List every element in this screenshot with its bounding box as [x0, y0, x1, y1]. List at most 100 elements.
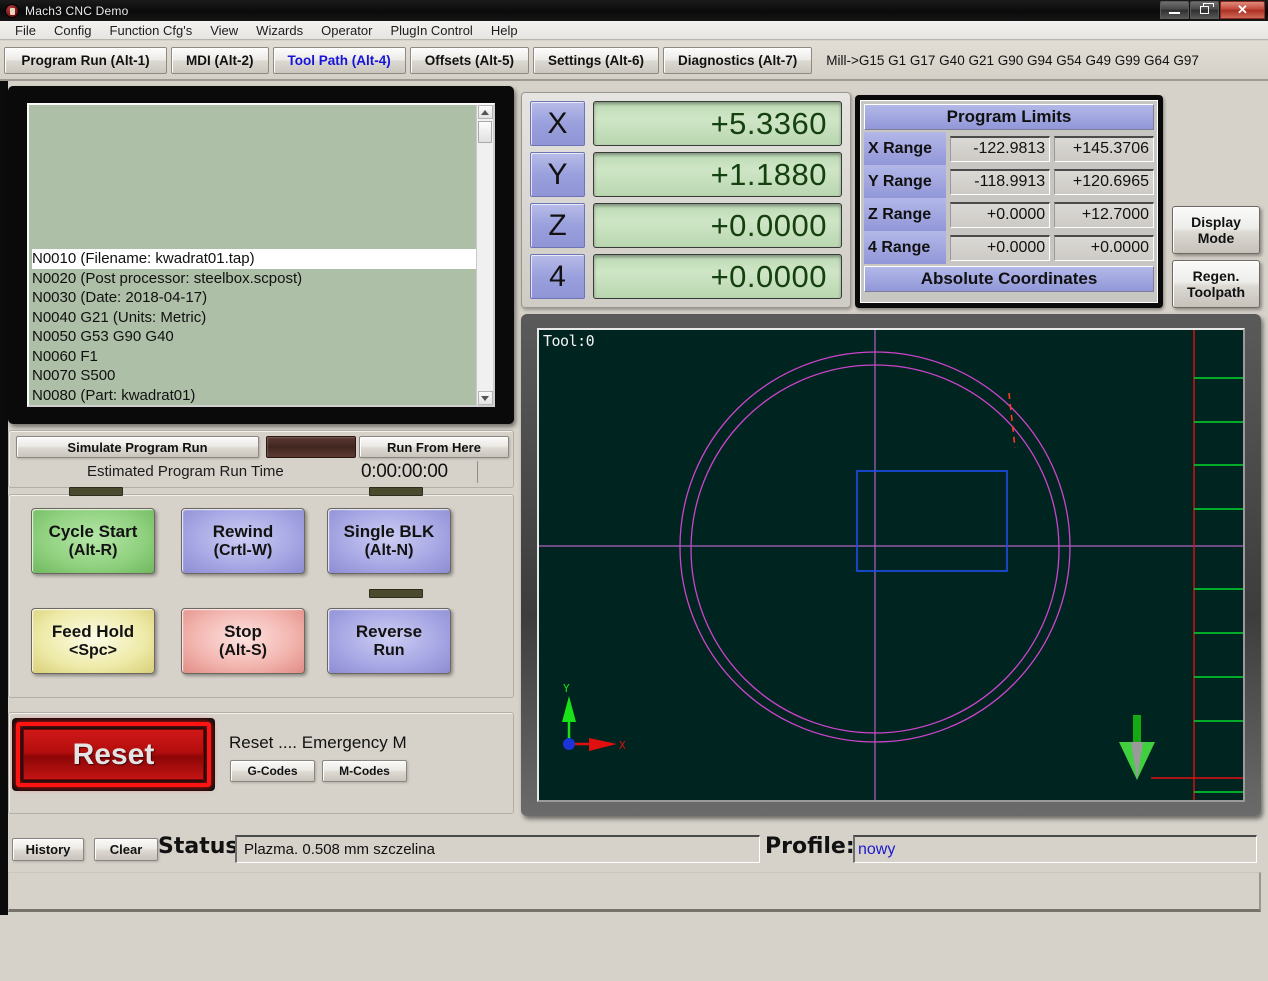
- run-from-here-button[interactable]: Run From Here: [359, 436, 509, 458]
- gcode-line[interactable]: N0020 (Post processor: steelbox.scpost): [32, 269, 476, 289]
- program-limits-inner: Program Limits X Range -122.9813 +145.37…: [860, 100, 1158, 303]
- limit-max-x[interactable]: +145.3706: [1054, 135, 1154, 162]
- history-button[interactable]: History: [12, 838, 84, 861]
- tab-strip: Program Run (Alt-1) MDI (Alt-2) Tool Pat…: [0, 41, 1268, 81]
- dro-row-z: Z +0.0000: [530, 202, 842, 249]
- minimize-button[interactable]: [1160, 1, 1189, 19]
- menu-item-wizards[interactable]: Wizards: [247, 22, 312, 39]
- limit-label-x: X Range: [864, 132, 947, 165]
- limit-min-z[interactable]: +0.0000: [950, 201, 1051, 228]
- coordinate-mode-label: Absolute Coordinates: [864, 266, 1154, 292]
- limit-label-4: 4 Range: [864, 231, 947, 264]
- stop-label-1: Stop: [224, 622, 262, 641]
- reverse-run-button[interactable]: Reverse Run: [327, 608, 451, 674]
- close-button[interactable]: ✕: [1220, 1, 1265, 19]
- dro-row-y: Y +1.1880: [530, 151, 842, 198]
- reset-button[interactable]: Reset: [12, 718, 215, 791]
- feed-hold-label-1: Feed Hold: [51, 622, 135, 641]
- dro-value-y[interactable]: +1.1880: [593, 152, 842, 197]
- tab-offsets[interactable]: Offsets (Alt-5): [409, 46, 529, 74]
- dro-row-x: X +5.3360: [530, 100, 842, 147]
- toolpath-canvas[interactable]: Y X Tool:0: [537, 328, 1245, 802]
- gcode-line[interactable]: N0050 G53 G90 G40: [32, 327, 476, 347]
- maximize-icon: [1200, 3, 1214, 14]
- display-mode-label-2: Mode: [1197, 230, 1235, 246]
- menu-item-plugin-control[interactable]: PlugIn Control: [381, 22, 481, 39]
- menu-item-function-cfgs[interactable]: Function Cfg's: [101, 22, 202, 39]
- regen-toolpath-button[interactable]: Regen. Toolpath: [1172, 260, 1260, 308]
- gcode-line[interactable]: N0060 F1: [32, 347, 476, 367]
- display-mode-button[interactable]: Display Mode: [1172, 206, 1260, 254]
- scroll-down-arrow-icon[interactable]: [477, 391, 493, 405]
- run-bar-panel: Simulate Program Run Run From Here Estim…: [8, 430, 514, 488]
- modal-state-display: Mill->G15 G1 G17 G40 G21 G90 G94 G54 G49…: [826, 52, 1199, 68]
- limit-max-y[interactable]: +120.6965: [1054, 168, 1154, 195]
- tab-mdi[interactable]: MDI (Alt-2): [171, 46, 269, 74]
- scroll-up-arrow-icon[interactable]: [477, 105, 493, 119]
- limit-row-x: X Range -122.9813 +145.3706: [864, 132, 1154, 165]
- dro-axis-label-x[interactable]: X: [530, 101, 585, 146]
- dro-axis-label-y[interactable]: Y: [530, 152, 585, 197]
- profile-value-field[interactable]: nowy: [853, 835, 1257, 863]
- rewind-button[interactable]: Rewind (Crtl-W): [181, 508, 305, 574]
- menu-item-config[interactable]: Config: [45, 22, 101, 39]
- maximize-button[interactable]: [1190, 1, 1219, 19]
- tab-settings[interactable]: Settings (Alt-6): [533, 46, 659, 74]
- estimated-run-time-value: 0:00:00:00: [361, 461, 478, 483]
- limit-max-z[interactable]: +12.7000: [1054, 201, 1154, 228]
- regen-toolpath-label-1: Regen.: [1192, 268, 1240, 284]
- title-bar: Mach3 CNC Demo ✕: [0, 0, 1268, 21]
- profile-panel: Profile: nowy: [763, 832, 1261, 868]
- tab-program-run[interactable]: Program Run (Alt-1): [4, 46, 167, 74]
- gcode-line[interactable]: N0070 S500: [32, 366, 476, 386]
- gcode-line[interactable]: N0030 (Date: 2018-04-17): [32, 288, 476, 308]
- gcode-line[interactable]: N0040 G21 (Units: Metric): [32, 308, 476, 328]
- dro-axis-label-4[interactable]: 4: [530, 254, 585, 299]
- clear-button[interactable]: Clear: [94, 838, 158, 861]
- origin-axis-indicator-icon: Y X: [562, 682, 626, 752]
- rapid-move-line: [1008, 392, 1016, 449]
- program-limits-panel: Program Limits X Range -122.9813 +145.37…: [855, 95, 1163, 308]
- menu-item-view[interactable]: View: [201, 22, 247, 39]
- stop-button[interactable]: Stop (Alt-S): [181, 608, 305, 674]
- single-block-label-1: Single BLK: [343, 522, 435, 541]
- dro-value-z[interactable]: +0.0000: [593, 203, 842, 248]
- dro-value-x[interactable]: +5.3360: [593, 101, 842, 146]
- scrollbar-thumb[interactable]: [478, 121, 492, 143]
- toolpath-tool-label: Tool:0: [543, 332, 595, 350]
- limit-min-4[interactable]: +0.0000: [950, 234, 1051, 261]
- menu-bar: File Config Function Cfg's View Wizards …: [0, 21, 1268, 40]
- limit-min-y[interactable]: -118.9913: [950, 168, 1051, 195]
- gcode-line[interactable]: N0080 (Part: kwadrat01): [32, 386, 476, 406]
- reverse-run-led: [369, 589, 423, 598]
- profile-label: Profile:: [765, 834, 855, 859]
- feed-hold-button[interactable]: Feed Hold <Spc>: [31, 608, 155, 674]
- menu-item-help[interactable]: Help: [482, 22, 527, 39]
- gcode-line[interactable]: N0010 (Filename: kwadrat01.tap): [32, 249, 476, 269]
- tab-tool-path[interactable]: Tool Path (Alt-4): [272, 46, 406, 74]
- limit-min-x[interactable]: -122.9813: [950, 135, 1051, 162]
- gcodes-button[interactable]: G-Codes: [230, 760, 315, 782]
- mach3-application-window: Mach3 CNC Demo ✕ File Config Function Cf…: [0, 0, 1268, 981]
- menu-item-operator[interactable]: Operator: [312, 22, 381, 39]
- limit-max-4[interactable]: +0.0000: [1054, 234, 1154, 261]
- machine-control-panel: Cycle Start (Alt-R) Rewind (Crtl-W) Sing…: [8, 487, 514, 698]
- limit-tick-marks: [1194, 377, 1243, 793]
- gcode-scrollbar[interactable]: [476, 105, 493, 405]
- dro-value-4[interactable]: +0.0000: [593, 254, 842, 299]
- bottom-plate: [8, 872, 1261, 912]
- tab-diagnostics[interactable]: Diagnostics (Alt-7): [663, 46, 813, 74]
- cycle-start-button[interactable]: Cycle Start (Alt-R): [31, 508, 155, 574]
- z-direction-arrow-icon: [1119, 715, 1155, 780]
- left-edge-strip: [0, 81, 8, 915]
- limit-label-z: Z Range: [864, 198, 947, 231]
- mcodes-button[interactable]: M-Codes: [322, 760, 407, 782]
- single-block-button[interactable]: Single BLK (Alt-N): [327, 508, 451, 574]
- menu-item-file[interactable]: File: [6, 22, 45, 39]
- window-title: Mach3 CNC Demo: [25, 3, 129, 18]
- mach3-logo-icon: [5, 3, 19, 18]
- status-message-field[interactable]: Plazma. 0.508 mm szczelina: [235, 835, 760, 863]
- gcode-list-box[interactable]: N0010 (Filename: kwadrat01.tap) N0020 (P…: [27, 103, 495, 407]
- simulate-program-run-button[interactable]: Simulate Program Run: [16, 436, 259, 458]
- dro-axis-label-z[interactable]: Z: [530, 203, 585, 248]
